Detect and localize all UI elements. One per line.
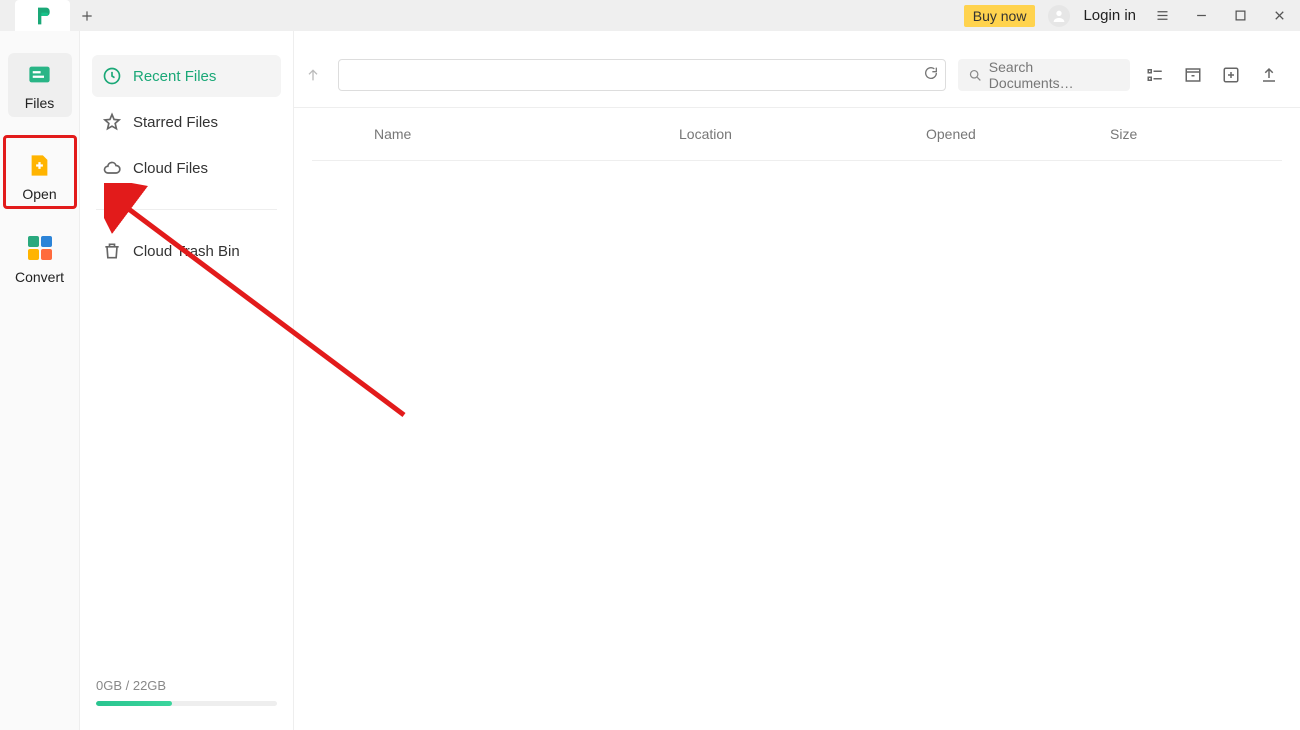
- th-name[interactable]: Name: [374, 126, 679, 142]
- th-location[interactable]: Location: [679, 126, 926, 142]
- titlebar-left: [0, 0, 104, 31]
- upload-button[interactable]: [1256, 62, 1282, 88]
- sidebar-item-trash[interactable]: Cloud Trash Bin: [92, 230, 281, 272]
- open-icon: [25, 150, 55, 180]
- sidebar-separator: [96, 209, 277, 210]
- list-view-icon: [1146, 66, 1164, 84]
- refresh-button[interactable]: [923, 65, 939, 86]
- nav-up-button[interactable]: [300, 62, 326, 88]
- user-icon: [1051, 8, 1067, 24]
- storage-text: 0GB / 22GB: [96, 678, 277, 693]
- search-icon: [968, 68, 983, 83]
- storage-bar-fill: [96, 701, 172, 706]
- app-logo-icon: [33, 6, 53, 26]
- window-close-button[interactable]: [1266, 3, 1292, 29]
- rail-item-files[interactable]: Files: [8, 53, 72, 117]
- trash-icon: [102, 241, 122, 261]
- sidebar-list: Recent Files Starred Files Cloud Files C…: [92, 55, 281, 678]
- avatar[interactable]: [1048, 5, 1070, 27]
- sidebar: Recent Files Starred Files Cloud Files C…: [80, 31, 294, 730]
- archive-icon: [1184, 66, 1202, 84]
- search-box[interactable]: Search Documents…: [958, 59, 1130, 91]
- refresh-icon: [923, 65, 939, 81]
- titlebar: Buy now Login in: [0, 0, 1300, 31]
- plus-square-icon: [1222, 66, 1240, 84]
- main-topbar: Search Documents…: [294, 31, 1300, 108]
- rail-item-open[interactable]: Open: [3, 135, 77, 209]
- sidebar-item-label: Starred Files: [133, 114, 218, 131]
- app-tab[interactable]: [15, 0, 70, 31]
- new-button[interactable]: [1218, 62, 1244, 88]
- th-opened[interactable]: Opened: [926, 126, 1110, 142]
- plus-icon: [80, 9, 94, 23]
- sidebar-item-cloud[interactable]: Cloud Files: [92, 147, 281, 189]
- sidebar-item-recent[interactable]: Recent Files: [92, 55, 281, 97]
- rail-item-convert[interactable]: Convert: [8, 227, 72, 291]
- arrow-up-icon: [305, 67, 321, 83]
- folder-button[interactable]: [1180, 62, 1206, 88]
- convert-icon: [25, 233, 55, 263]
- sidebar-item-label: Cloud Trash Bin: [133, 243, 240, 260]
- maximize-icon: [1233, 8, 1248, 23]
- login-link[interactable]: Login in: [1083, 7, 1136, 24]
- rail-item-label: Convert: [15, 269, 64, 285]
- main-area: Search Documents… Name Location Opened S…: [294, 31, 1300, 730]
- storage-bar: [96, 701, 277, 706]
- hamburger-icon: [1155, 8, 1170, 23]
- minimize-icon: [1194, 8, 1209, 23]
- storage-indicator: 0GB / 22GB: [92, 678, 281, 716]
- path-input[interactable]: [338, 59, 946, 91]
- table-header: Name Location Opened Size: [312, 108, 1282, 161]
- new-tab-button[interactable]: [70, 0, 104, 31]
- window-maximize-button[interactable]: [1227, 3, 1253, 29]
- body: Files Open Convert Recent Files Starred …: [0, 31, 1300, 730]
- clock-icon: [102, 66, 122, 86]
- nav-rail: Files Open Convert: [0, 31, 80, 730]
- star-icon: [102, 112, 122, 132]
- cloud-icon: [102, 158, 122, 178]
- close-icon: [1272, 8, 1287, 23]
- sidebar-item-starred[interactable]: Starred Files: [92, 101, 281, 143]
- window-minimize-button[interactable]: [1188, 3, 1214, 29]
- th-size[interactable]: Size: [1110, 126, 1137, 142]
- main-menu-button[interactable]: [1149, 3, 1175, 29]
- rail-item-label: Open: [22, 186, 56, 202]
- rail-item-label: Files: [25, 95, 55, 111]
- view-list-button[interactable]: [1142, 62, 1168, 88]
- sidebar-item-label: Cloud Files: [133, 160, 208, 177]
- sidebar-item-label: Recent Files: [133, 68, 216, 85]
- buy-now-button[interactable]: Buy now: [964, 5, 1036, 27]
- upload-icon: [1260, 66, 1278, 84]
- files-icon: [25, 59, 55, 89]
- titlebar-right: Buy now Login in: [964, 0, 1300, 31]
- search-placeholder: Search Documents…: [989, 59, 1120, 91]
